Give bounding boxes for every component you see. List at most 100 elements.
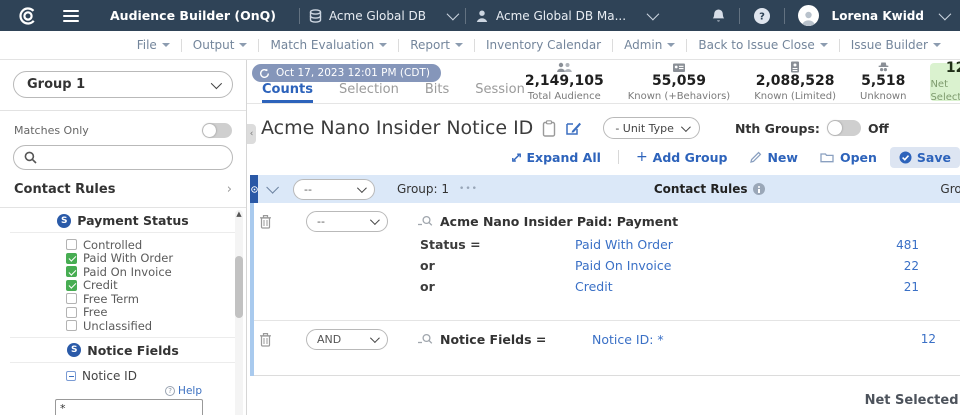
account-selector[interactable]: Acme Global DB Ma... bbox=[475, 9, 656, 23]
refresh-icon bbox=[259, 68, 270, 79]
checkbox-checked[interactable] bbox=[66, 280, 77, 291]
sidebar: Group 1 Matches Only Contact Rules › bbox=[0, 60, 247, 415]
menu-item-file[interactable]: File bbox=[126, 38, 181, 52]
checkbox-free-term[interactable]: Free Term bbox=[66, 292, 246, 306]
svg-text:?: ? bbox=[759, 11, 765, 22]
builder-actions: Expand All + Add Group New bbox=[247, 146, 960, 168]
rule-operator-value: AND bbox=[317, 333, 341, 346]
group-select[interactable]: Group 1 bbox=[13, 71, 233, 98]
menu-item-issue-builder[interactable]: Issue Builder bbox=[840, 38, 952, 52]
tab-bits[interactable]: Bits bbox=[425, 82, 449, 103]
tab-selection[interactable]: Selection bbox=[339, 82, 399, 103]
folder-open-icon bbox=[820, 151, 835, 163]
save-button[interactable]: Save bbox=[890, 147, 960, 168]
checkbox-unchecked[interactable] bbox=[66, 307, 77, 318]
delete-rule-icon[interactable] bbox=[259, 332, 272, 347]
select-type-badge: S bbox=[67, 343, 81, 357]
menu-item-admin[interactable]: Admin bbox=[613, 38, 686, 52]
checkbox-unchecked[interactable] bbox=[66, 293, 77, 304]
user-avatar[interactable] bbox=[798, 5, 819, 26]
caret-down-icon bbox=[455, 43, 463, 47]
rule-search-icon[interactable] bbox=[417, 333, 433, 345]
group-grip-icon bbox=[251, 186, 258, 193]
database-selector[interactable]: Acme Global DB bbox=[309, 9, 456, 23]
id-card-icon bbox=[672, 60, 686, 73]
checkbox-unchecked[interactable] bbox=[66, 320, 77, 331]
open-button[interactable]: Open bbox=[811, 147, 886, 168]
help-icon[interactable]: ? bbox=[753, 7, 771, 25]
notice-id-label: Notice ID bbox=[82, 369, 137, 383]
checkbox-credit[interactable]: Credit bbox=[66, 279, 246, 293]
hamburger-menu-icon[interactable] bbox=[63, 10, 79, 22]
condition-value-link[interactable]: Paid With Order bbox=[575, 237, 827, 252]
menu-item-report[interactable]: Report bbox=[399, 38, 474, 52]
group-header: -- Group: 1 ••• Contact Rules Group Tota… bbox=[250, 175, 960, 203]
info-icon[interactable] bbox=[753, 183, 765, 195]
menu-item-inventory-calendar[interactable]: Inventory Calendar bbox=[475, 38, 612, 52]
checkbox-paid-on-invoice[interactable]: Paid On Invoice bbox=[66, 265, 246, 279]
notice-id-textarea[interactable]: * bbox=[55, 399, 203, 415]
rule-row-notice-fields: AND Notice Fields = Notice ID: * bbox=[250, 321, 960, 376]
refresh-timestamp-pill[interactable]: Oct 17, 2023 12:01 PM (CDT) bbox=[252, 64, 441, 82]
sidebar-collapse-handle[interactable]: ‹ bbox=[247, 124, 256, 144]
checkbox-free[interactable]: Free bbox=[66, 306, 246, 320]
rule-search-icon[interactable] bbox=[417, 215, 433, 227]
sidebar-search-input[interactable] bbox=[13, 145, 233, 170]
chevron-down-icon bbox=[211, 77, 222, 88]
rule-operator-select[interactable]: -- bbox=[306, 211, 388, 232]
notifications-bell-icon[interactable] bbox=[711, 8, 726, 24]
save-check-icon bbox=[899, 151, 912, 164]
condition-value-link[interactable]: Credit bbox=[575, 279, 827, 294]
checkbox-checked[interactable] bbox=[66, 253, 77, 264]
clipboard-icon[interactable] bbox=[542, 120, 556, 137]
menu-item-match-evaluation[interactable]: Match Evaluation bbox=[259, 38, 398, 52]
delete-rule-icon[interactable] bbox=[259, 214, 272, 229]
app-logo-icon[interactable] bbox=[18, 6, 38, 26]
chevron-down-icon bbox=[681, 122, 691, 132]
nth-groups-label: Nth Groups: bbox=[735, 121, 820, 136]
checkbox-controlled[interactable]: Controlled bbox=[66, 238, 246, 252]
main-panel: ‹ Oct 17, 2023 12:01 PM (CDT) bbox=[247, 60, 960, 415]
profile-card-icon bbox=[790, 60, 800, 73]
checkbox-unchecked[interactable] bbox=[66, 239, 77, 250]
new-button[interactable]: New bbox=[740, 147, 807, 168]
group-operator-select[interactable]: -- bbox=[293, 179, 375, 200]
scrollbar-up-arrow[interactable]: ▲ bbox=[235, 210, 243, 218]
nth-groups-toggle[interactable] bbox=[827, 120, 861, 136]
tab-session[interactable]: Session bbox=[475, 82, 525, 103]
checkbox-paid-with-order[interactable]: Paid With Order bbox=[66, 252, 246, 266]
sidebar-contact-rules[interactable]: Contact Rules › bbox=[14, 182, 232, 197]
unit-type-select[interactable]: - Unit Type bbox=[603, 117, 700, 139]
matches-only-toggle[interactable] bbox=[202, 123, 232, 138]
chevron-down-icon bbox=[447, 8, 460, 21]
checkbox-checked[interactable] bbox=[66, 266, 77, 277]
group-collapse-chevron-icon[interactable] bbox=[266, 181, 279, 194]
group-menu-ellipsis[interactable]: ••• bbox=[459, 184, 478, 194]
condition-row: Status = Paid With Order 481 bbox=[250, 234, 960, 255]
expand-all-button[interactable]: Expand All bbox=[502, 147, 610, 168]
condition-count: 12 bbox=[844, 332, 936, 346]
collapse-minus-icon[interactable] bbox=[66, 371, 76, 381]
chevron-down-icon[interactable] bbox=[939, 8, 952, 21]
condition-value-link[interactable]: Notice ID: * bbox=[592, 332, 844, 347]
rule-operator-select[interactable]: AND bbox=[306, 329, 388, 350]
contact-rules-label: Contact Rules bbox=[14, 182, 115, 197]
add-group-button[interactable]: + Add Group bbox=[627, 146, 737, 168]
group-select-value: Group 1 bbox=[27, 77, 85, 92]
condition-value-link[interactable]: Paid On Invoice bbox=[575, 258, 827, 273]
menu-item-output[interactable]: Output bbox=[182, 38, 259, 52]
anonymous-icon bbox=[877, 60, 890, 73]
group-header-left-strip[interactable] bbox=[250, 175, 258, 203]
timestamp-text: Oct 17, 2023 12:01 PM (CDT) bbox=[276, 67, 430, 79]
help-link[interactable]: ? Help bbox=[165, 385, 202, 397]
condition-count: 21 bbox=[827, 280, 919, 294]
chevron-down-icon bbox=[370, 215, 380, 225]
group-total: Group Total:12 bbox=[940, 182, 960, 196]
checkbox-unclassified[interactable]: Unclassified bbox=[66, 319, 246, 333]
people-icon bbox=[556, 60, 573, 73]
edit-icon[interactable] bbox=[565, 120, 582, 136]
app-title: Audience Builder (OnQ) bbox=[110, 8, 276, 23]
scrollbar-thumb[interactable] bbox=[235, 256, 243, 318]
menu-item-back-to-issue-close[interactable]: Back to Issue Close bbox=[687, 38, 838, 52]
tab-counts[interactable]: Counts bbox=[262, 82, 313, 103]
